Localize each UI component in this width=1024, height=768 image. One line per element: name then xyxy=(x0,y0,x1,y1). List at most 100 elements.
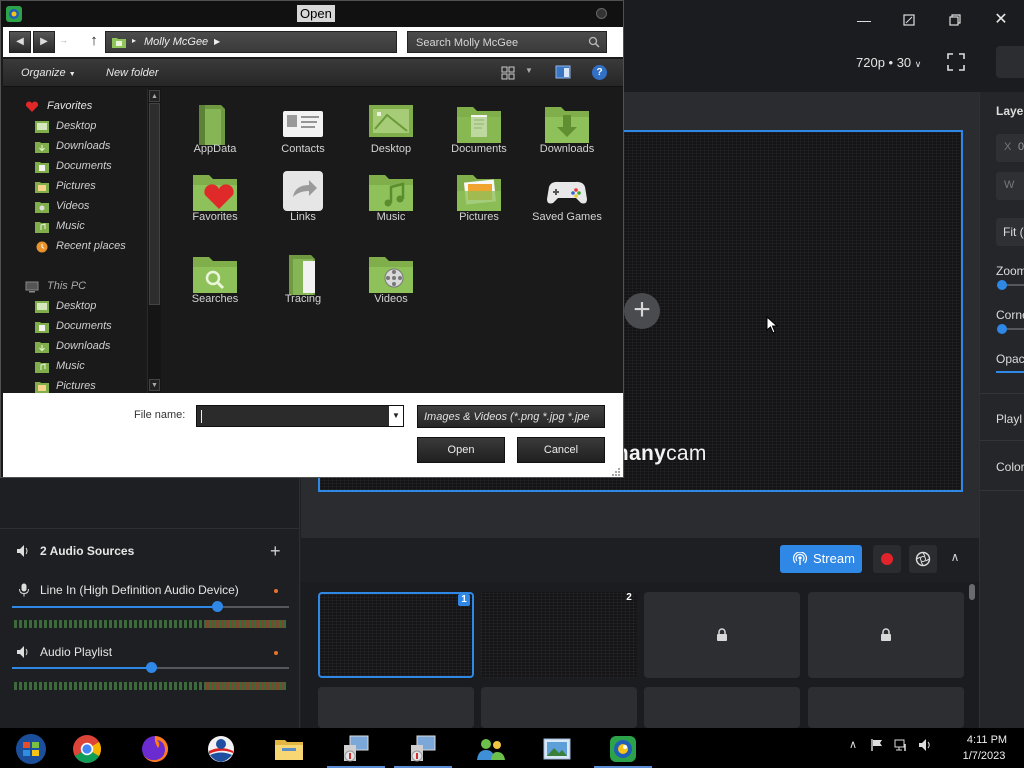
preview-pane-icon[interactable] xyxy=(555,65,571,79)
taskbar-file-explorer[interactable] xyxy=(258,730,320,768)
color-label[interactable]: Color xyxy=(996,460,1024,474)
file-item-downloads[interactable]: Downloads xyxy=(519,89,607,155)
corner-slider[interactable] xyxy=(997,324,1007,334)
scene-tile[interactable] xyxy=(808,687,964,728)
file-name-input[interactable]: ▼ xyxy=(196,405,404,427)
taskbar-manycam[interactable] xyxy=(592,730,654,768)
nav-item-videos[interactable]: Videos xyxy=(35,198,147,216)
scrollbar-thumb[interactable] xyxy=(149,103,160,305)
file-item-tracing[interactable]: Tracing xyxy=(255,239,343,305)
nav-item-downloads[interactable]: Downloads xyxy=(35,138,147,156)
taskbar-app-network[interactable] xyxy=(325,730,387,768)
file-item-favorites[interactable]: Favorites xyxy=(167,157,255,223)
file-item-contacts[interactable]: Contacts xyxy=(255,89,343,155)
open-button[interactable]: Open xyxy=(417,437,505,463)
resize-grip-icon[interactable] xyxy=(611,467,621,477)
opacity-track[interactable] xyxy=(996,371,1024,373)
file-item-music[interactable]: Music xyxy=(343,157,431,223)
restore-small-button[interactable] xyxy=(899,10,919,30)
fit-select[interactable]: Fit ( xyxy=(996,218,1024,246)
cancel-button[interactable]: Cancel xyxy=(517,437,605,463)
fullscreen-icon[interactable] xyxy=(946,52,966,72)
scroll-down-icon[interactable]: ▼ xyxy=(149,379,160,391)
opacity-label: Opac xyxy=(996,352,1024,366)
new-folder-button[interactable]: New folder xyxy=(106,67,159,79)
taskbar-app-network-2[interactable] xyxy=(392,730,454,768)
flag-icon[interactable] xyxy=(870,738,884,752)
file-item-desktop[interactable]: Desktop xyxy=(343,89,431,155)
scene-tile-locked[interactable] xyxy=(644,592,800,678)
organize-menu[interactable]: Organize ▼ xyxy=(21,67,76,79)
playlist-label[interactable]: Playl xyxy=(996,412,1022,426)
taskbar-app-users[interactable] xyxy=(460,730,522,768)
nav-item-desktop[interactable]: Desktop xyxy=(35,298,147,316)
nav-item-documents[interactable]: Documents xyxy=(35,318,147,336)
forward-button[interactable]: ▶ xyxy=(33,31,55,53)
scene-tile[interactable]: 2 xyxy=(481,592,637,678)
nav-item-downloads[interactable]: Downloads xyxy=(35,338,147,356)
scenes-scrollbar[interactable] xyxy=(969,584,975,600)
scene-tile[interactable] xyxy=(644,687,800,728)
record-button[interactable] xyxy=(873,545,901,573)
favorites-group[interactable]: Favorites xyxy=(25,98,147,116)
file-item-pictures[interactable]: Pictures xyxy=(431,157,519,223)
file-item-links[interactable]: Links xyxy=(255,157,343,223)
maximize-button[interactable] xyxy=(945,10,965,30)
chevron-down-icon[interactable]: ▼ xyxy=(525,66,533,75)
file-item-documents[interactable]: Documents xyxy=(431,89,519,155)
nav-item-pictures[interactable]: Pictures xyxy=(35,378,147,393)
nav-item-desktop[interactable]: Desktop xyxy=(35,118,147,136)
volume-slider[interactable] xyxy=(146,662,157,673)
close-button[interactable]: ✕ xyxy=(991,10,1011,30)
file-item-searches[interactable]: Searches xyxy=(167,239,255,305)
up-folder-button[interactable]: ↑ xyxy=(87,32,101,50)
this-pc-group[interactable]: This PC xyxy=(25,278,147,296)
x-field[interactable]: X 0 xyxy=(996,134,1024,162)
dialog-titlebar[interactable]: Open xyxy=(1,1,623,27)
start-button[interactable] xyxy=(0,730,62,768)
snapshot-button[interactable] xyxy=(909,545,937,573)
dialog-close-button[interactable] xyxy=(596,8,607,19)
scene-tile[interactable] xyxy=(481,687,637,728)
resolution-select[interactable]: 720p • 30 ∨ xyxy=(856,55,921,70)
back-button[interactable]: ◀ xyxy=(9,31,31,53)
zoom-slider[interactable] xyxy=(997,280,1007,290)
volume-slider[interactable] xyxy=(212,601,223,612)
minimize-button[interactable]: — xyxy=(854,10,874,30)
file-item-saved-games[interactable]: Saved Games xyxy=(519,157,607,223)
file-type-select[interactable]: Images & Videos (*.png *.jpg *.jpe xyxy=(417,405,605,428)
chevron-up-icon[interactable]: ∧ xyxy=(947,550,963,566)
navigation-scrollbar[interactable]: ▲ ▼ xyxy=(147,89,161,393)
taskbar-app-globe[interactable] xyxy=(190,730,252,768)
file-name: Videos xyxy=(374,293,408,305)
scene-tile-locked[interactable] xyxy=(808,592,964,678)
taskbar-firefox[interactable] xyxy=(124,730,186,768)
help-icon[interactable]: ? xyxy=(592,65,607,80)
chevron-down-icon[interactable]: ▼ xyxy=(389,406,403,426)
add-audio-button[interactable]: + xyxy=(270,541,281,562)
scroll-up-icon[interactable]: ▲ xyxy=(149,90,160,102)
search-input[interactable]: Search Molly McGee xyxy=(407,31,607,53)
address-bar[interactable]: ▸ Molly McGee ▶ ↻ xyxy=(105,31,492,53)
history-dropdown-icon[interactable]: → xyxy=(59,35,68,45)
scene-tile[interactable]: 1 xyxy=(318,592,474,678)
clock-date[interactable]: 1/7/2023 xyxy=(950,750,1018,762)
taskbar-app-photos[interactable] xyxy=(526,730,588,768)
network-icon[interactable] xyxy=(894,738,908,752)
w-field[interactable]: W xyxy=(996,172,1024,200)
nav-item-music[interactable]: Music xyxy=(35,358,147,376)
taskbar-chrome[interactable] xyxy=(56,730,118,768)
volume-icon[interactable] xyxy=(918,738,932,752)
nav-item-documents[interactable]: Documents xyxy=(35,158,147,176)
file-item-appdata[interactable]: AppData xyxy=(167,89,255,155)
view-grid-icon[interactable] xyxy=(501,66,515,80)
scene-tile[interactable] xyxy=(318,687,474,728)
top-right-button[interactable] xyxy=(996,46,1024,78)
nav-item-recent-places[interactable]: Recent places xyxy=(35,238,147,256)
add-source-button[interactable]: + xyxy=(624,293,660,329)
nav-item-pictures[interactable]: Pictures xyxy=(35,178,147,196)
show-hidden-icons-icon[interactable]: ∧ xyxy=(846,738,860,752)
file-item-videos[interactable]: Videos xyxy=(343,239,431,305)
nav-item-music[interactable]: Music xyxy=(35,218,147,236)
clock-time[interactable]: 4:11 PM xyxy=(956,734,1018,746)
